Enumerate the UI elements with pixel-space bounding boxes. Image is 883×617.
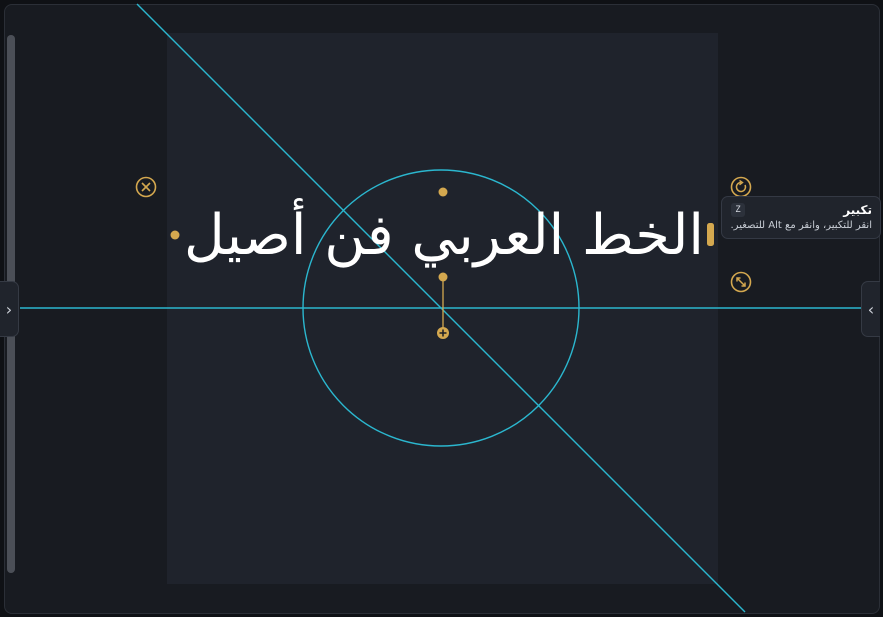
tooltip-title: تكبير [843, 203, 872, 217]
plus-circle-icon[interactable] [437, 327, 449, 339]
editor-window [4, 4, 880, 614]
canvas-text-layer[interactable]: الخط العربي فن أصيل [176, 196, 712, 276]
tooltip-description: انقر للتكبير، وانقر مع Alt للتصغير. [730, 220, 873, 231]
artboard[interactable] [167, 33, 718, 584]
chevron-right-icon[interactable]: › [0, 281, 19, 337]
zoom-tooltip: تكبير انقر للتكبير، وانقر مع Alt للتصغير… [721, 196, 881, 239]
chevron-left-icon[interactable]: ‹ [861, 281, 880, 337]
shortcut-key-badge: Z [731, 203, 745, 217]
